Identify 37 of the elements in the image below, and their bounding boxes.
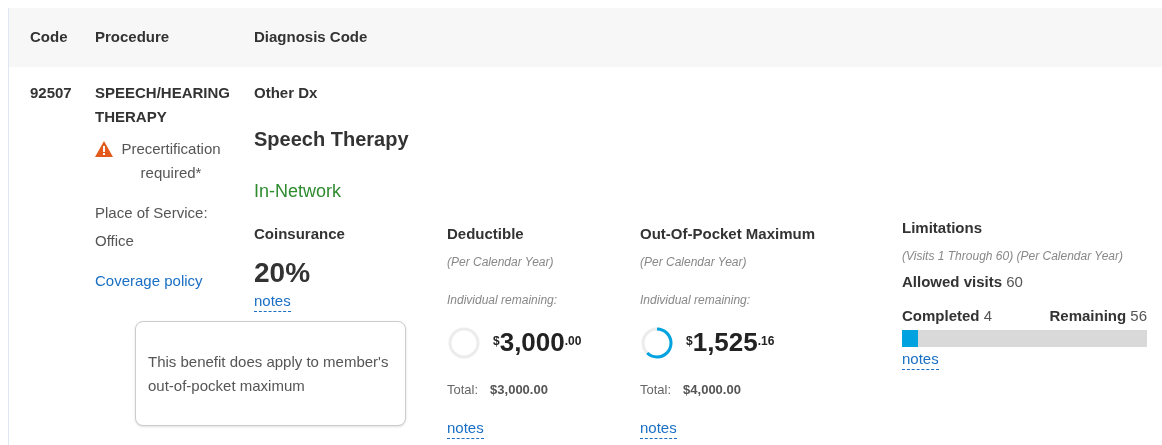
remaining-visits: Remaining 56: [1049, 306, 1147, 326]
benefit-title: Coinsurance: [254, 224, 346, 244]
remaining-amount: $^{$}$1,525$^{.16}$: [686, 326, 775, 359]
coverage-policy-link[interactable]: Coverage policy: [95, 269, 203, 293]
service-name: Speech Therapy: [254, 127, 410, 152]
notes-link[interactable]: notes: [254, 291, 291, 312]
allowed-visits: Allowed visits 60: [902, 272, 1024, 292]
period-note: (Per Calendar Year): [447, 254, 555, 270]
benefit-title: Deductible: [447, 224, 525, 244]
network-status: In-Network: [254, 180, 343, 203]
coinsurance-value: 20%: [254, 257, 312, 289]
period-note: (Per Calendar Year): [640, 254, 748, 270]
place-of-service-label: Place of Service:: [95, 203, 209, 223]
precertification-note: Precertification required*: [121, 139, 221, 183]
column-header: Code: [30, 27, 69, 48]
remaining-amount: $^{$}$3,000$^{.00}$: [493, 326, 582, 359]
warning-icon: [95, 141, 113, 157]
remaining-label: Individual remaining:: [447, 292, 559, 308]
remaining-label: Individual remaining:: [640, 292, 752, 308]
total-label: Total:: [640, 381, 672, 399]
notes-link[interactable]: notes: [447, 418, 484, 439]
total-amount: $3,000.00: [490, 381, 548, 399]
total-label: Total:: [447, 381, 479, 399]
tooltip-text: This benefit does apply to member's out-of-pocket maximum: [148, 351, 390, 396]
diagnosis-name: Other Dx: [254, 83, 319, 103]
place-of-service-value: Office: [95, 231, 135, 251]
completed-visits: Completed 4: [902, 306, 993, 326]
procedure-code: 92507: [30, 83, 73, 103]
notes-link[interactable]: notes: [640, 418, 677, 439]
benefit-title: Limitations: [902, 218, 983, 238]
total-amount: $4,000.00: [683, 381, 741, 399]
column-header: Procedure: [95, 27, 171, 48]
period-note: (Visits 1 Through 60) (Per Calendar Year): [902, 248, 1124, 265]
column-header: Diagnosis Code: [254, 27, 368, 48]
progress-ring: [640, 325, 674, 360]
benefit-title: Out-Of-Pocket Maximum: [640, 224, 817, 244]
notes-link[interactable]: notes: [902, 349, 939, 370]
